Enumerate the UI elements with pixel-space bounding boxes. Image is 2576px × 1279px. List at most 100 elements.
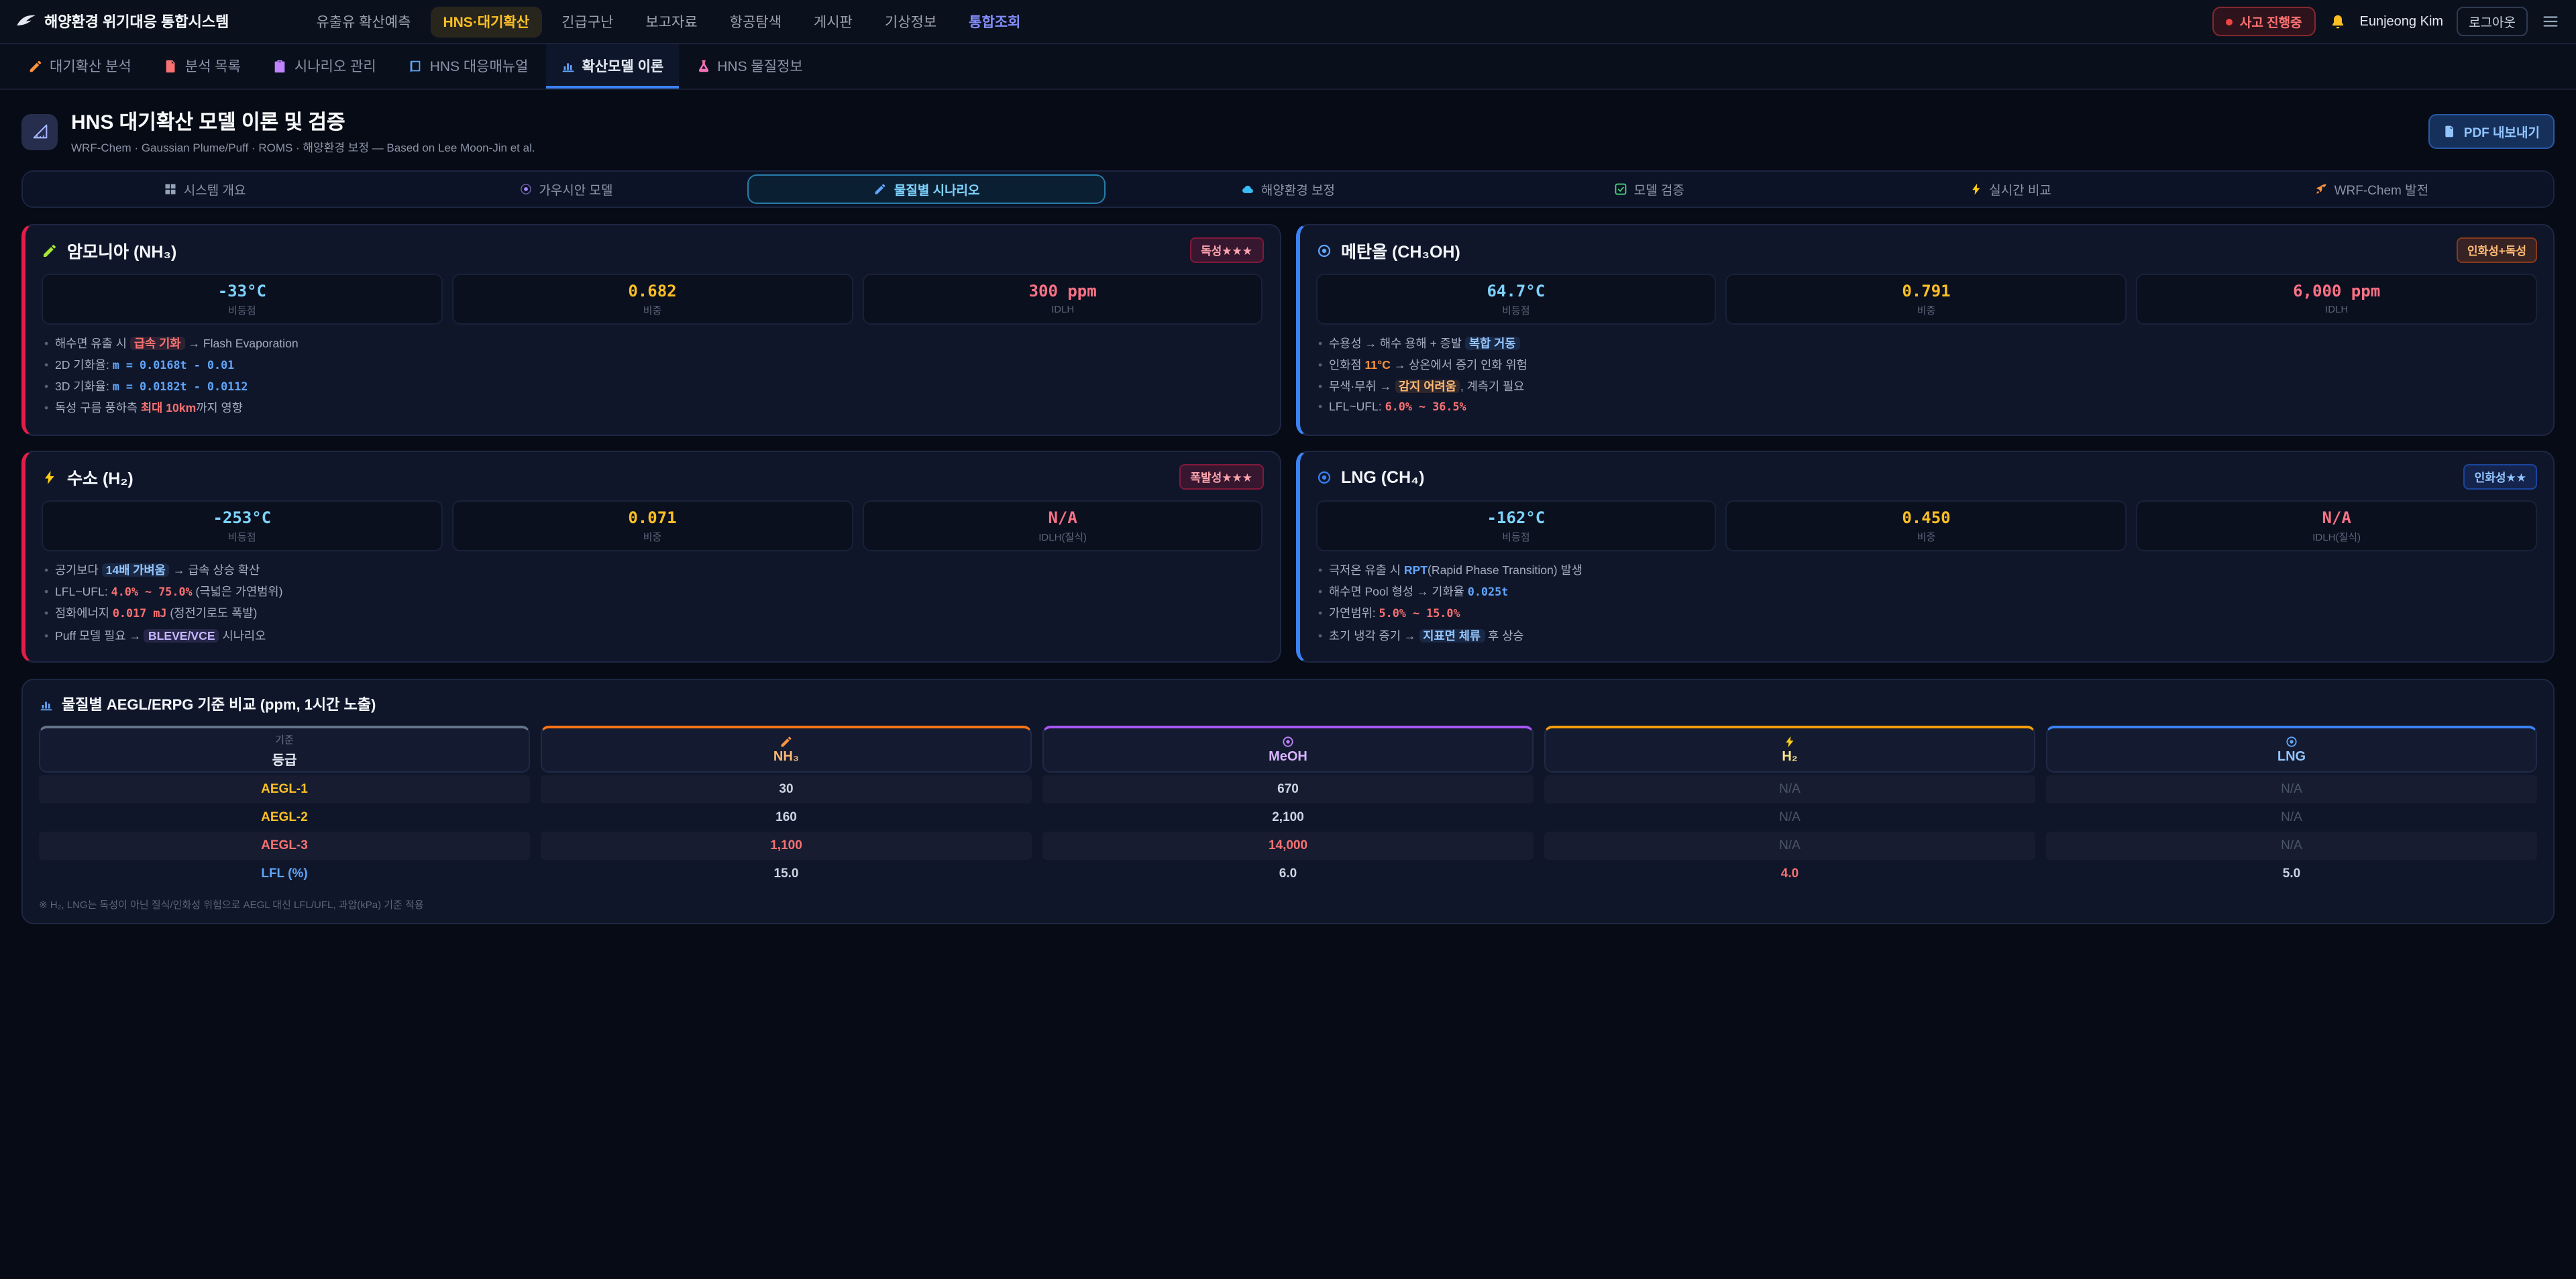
- row-label: AEGL-3: [39, 832, 530, 860]
- note-item: 무색·무취 → 감지 어려움, 계측기 필요: [1316, 378, 2537, 394]
- subtab-label: HNS 대응매뉴얼: [430, 56, 529, 76]
- tab-realtime-comparison[interactable]: 실시간 비교: [1831, 174, 2189, 204]
- note-item: Puff 모델 필요 → BLEVE/VCE 시나리오: [42, 627, 1263, 644]
- tab-label: WRF-Chem 발전: [2334, 180, 2429, 199]
- substance-notes: 수용성 → 해수 용해 + 증발 복합 거동 인화점 11°C → 상온에서 증…: [1316, 335, 2537, 416]
- subtab-atmospheric-analysis[interactable]: 대기확산 분석: [13, 44, 146, 89]
- table-cell: 160: [541, 804, 1032, 832]
- comparison-title-row: 물질별 AEGL/ERPG 기준 비교 (ppm, 1시간 노출): [39, 694, 2537, 716]
- tab-label: 해양환경 보정: [1261, 180, 1335, 199]
- column-header: H₂: [1544, 726, 2035, 773]
- stat-row: -253°C 비등점 0.071 비중 N/A IDLH(질식): [42, 500, 1263, 551]
- nav-item-aerial-search[interactable]: 항공탐색: [718, 6, 794, 37]
- nav-item-hns-atmospheric[interactable]: HNS·대기확산: [431, 6, 541, 37]
- topbar: 해양환경 위기대응 통합시스템 유출유 확산예측 HNS·대기확산 긴급구난 보…: [0, 0, 2576, 44]
- substance-name: 암모니아 (NH₃): [67, 237, 176, 263]
- substance-notes: 극저온 유출 시 RPT(Rapid Phase Transition) 발생 …: [1316, 562, 2537, 643]
- pdf-export-label: PDF 내보내기: [2464, 122, 2540, 141]
- page-header-text: HNS 대기확산 모델 이론 및 검증 WRF-Chem · Gaussian …: [71, 107, 535, 156]
- column-header: MeOH: [1042, 726, 1534, 773]
- row-label: LFL (%): [39, 860, 530, 889]
- subtab-hns-manual[interactable]: HNS 대응매뉴얼: [394, 44, 543, 89]
- subtab-hns-substance-info[interactable]: HNS 물질정보: [681, 44, 817, 89]
- table-cell: 1,100: [541, 832, 1032, 860]
- column-header: NH₃: [541, 726, 1032, 773]
- table-cell: 15.0: [541, 860, 1032, 889]
- tab-gaussian-model[interactable]: 가우시안 모델: [386, 174, 745, 204]
- substance-card-lng: LNG (CH₄) 인화성★★ -162°C 비등점 0.450 비중 N/A …: [1295, 451, 2555, 663]
- ruler-icon: [21, 113, 58, 150]
- stat-row: 64.7°C 비등점 0.791 비중 6,000 ppm IDLH: [1316, 274, 2537, 325]
- stat-specific-gravity: 0.682 비중: [452, 274, 853, 325]
- hamburger-menu-icon[interactable]: [2541, 12, 2560, 31]
- pdf-icon: [2444, 125, 2457, 138]
- table-cell: 2,100: [1042, 804, 1534, 832]
- stat-boiling-point: 64.7°C 비등점: [1316, 274, 1717, 325]
- tab-label: 실시간 비교: [1989, 180, 2051, 199]
- circle-icon: [1316, 242, 1332, 258]
- nav-item-integrated-search[interactable]: 통합조회: [957, 6, 1032, 37]
- note-item: 극저온 유출 시 RPT(Rapid Phase Transition) 발생: [1316, 562, 2537, 579]
- hazard-badge: 인화성+독성: [2457, 237, 2537, 263]
- brand-logo[interactable]: 해양환경 위기대응 통합시스템: [16, 11, 229, 32]
- tab-label: 모델 검증: [1634, 180, 1684, 199]
- document-icon: [164, 59, 178, 74]
- table-cell: N/A: [1544, 832, 2035, 860]
- note-item: 인화점 11°C → 상온에서 증기 인화 위험: [1316, 357, 2537, 374]
- tab-system-overview[interactable]: 시스템 개요: [25, 174, 384, 204]
- nav-item-reports[interactable]: 보고자료: [633, 6, 709, 37]
- app-root: 해양환경 위기대응 통합시스템 유출유 확산예측 HNS·대기확산 긴급구난 보…: [0, 0, 2576, 1279]
- table-cell: 6.0: [1042, 860, 1534, 889]
- clipboard-icon: [273, 59, 288, 74]
- substance-name: 메탄올 (CH₃OH): [1341, 237, 1460, 263]
- hazard-badge: 폭발성★★★: [1179, 464, 1263, 490]
- note-item: 2D 기화율: m = 0.0168t - 0.01: [42, 357, 1263, 374]
- criteria-column: 기준 등급 AEGL-1 AEGL-2 AEGL-3 LFL (%): [39, 726, 530, 889]
- column-header: LNG: [2046, 726, 2537, 773]
- tab-wrf-chem[interactable]: WRF-Chem 발전: [2192, 174, 2551, 204]
- note-item: 초기 냉각 증기 → 지표면 체류 후 상승: [1316, 627, 2537, 644]
- aegl-comparison-section: 물질별 AEGL/ERPG 기준 비교 (ppm, 1시간 노출) 기준 등급 …: [21, 679, 2555, 925]
- brand-title: 해양환경 위기대응 통합시스템: [44, 11, 229, 32]
- subtab-label: 대기확산 분석: [50, 56, 131, 76]
- pdf-export-button[interactable]: PDF 내보내기: [2429, 114, 2555, 149]
- subtab-scenario-management[interactable]: 시나리오 관리: [258, 44, 391, 89]
- note-item: 해수면 유출 시 급속 기화 → Flash Evaporation: [42, 335, 1263, 352]
- table-footnote: ※ H₂, LNG는 독성이 아닌 질식/인화성 위험으로 AEGL 대신 LF…: [39, 898, 2537, 913]
- stat-row: -162°C 비등점 0.450 비중 N/A IDLH(질식): [1316, 500, 2537, 551]
- pencil-icon: [28, 59, 43, 74]
- nav-item-board[interactable]: 게시판: [802, 6, 865, 37]
- page-title: HNS 대기확산 모델 이론 및 검증: [71, 107, 535, 135]
- subtab-diffusion-model-theory[interactable]: 확산모델 이론: [545, 44, 678, 89]
- tab-model-validation[interactable]: 모델 검증: [1470, 174, 1828, 204]
- table-cell: N/A: [2046, 776, 2537, 804]
- wing-logo-icon: [16, 11, 36, 32]
- note-item: 3D 기화율: m = 0.0182t - 0.0112: [42, 378, 1263, 396]
- stat-idlh: N/A IDLH(질식): [862, 500, 1263, 551]
- tab-label: 물질별 시나리오: [894, 180, 980, 199]
- stat-idlh: N/A IDLH(질식): [2136, 500, 2537, 551]
- circle-icon: [1316, 469, 1332, 485]
- nav-item-emergency-rescue[interactable]: 긴급구난: [549, 6, 625, 37]
- substance-card-methanol: 메탄올 (CH₃OH) 인화성+독성 64.7°C 비등점 0.791 비중 6…: [1295, 224, 2555, 436]
- subtab-label: HNS 물질정보: [717, 56, 802, 76]
- incident-status-label: 사고 진행중: [2240, 12, 2302, 31]
- hazard-badge: 독성★★★: [1190, 237, 1263, 263]
- main-nav: 유출유 확산예측 HNS·대기확산 긴급구난 보고자료 항공탐색 게시판 기상정…: [304, 6, 1032, 37]
- cloud-icon: [1241, 182, 1254, 196]
- bolt-icon: [42, 469, 58, 485]
- page-header: HNS 대기확산 모델 이론 및 검증 WRF-Chem · Gaussian …: [0, 90, 2576, 168]
- tab-substance-scenarios[interactable]: 물질별 시나리오: [748, 174, 1106, 204]
- table-cell: N/A: [1544, 804, 2035, 832]
- nav-item-weather[interactable]: 기상정보: [873, 6, 949, 37]
- subtab-analysis-list[interactable]: 분석 목록: [149, 44, 256, 89]
- logout-button[interactable]: 로그아웃: [2457, 7, 2528, 36]
- bell-icon[interactable]: [2329, 13, 2347, 30]
- substance-card-hydrogen: 수소 (H₂) 폭발성★★★ -253°C 비등점 0.071 비중 N/A I…: [21, 451, 1281, 663]
- nav-item-oil-diffusion[interactable]: 유출유 확산예측: [304, 6, 423, 37]
- topbar-right: 사고 진행중 Eunjeong Kim 로그아웃: [2213, 7, 2560, 36]
- stat-specific-gravity: 0.450 비중: [1726, 500, 2127, 551]
- sub-nav: 대기확산 분석 분석 목록 시나리오 관리 HNS 대응매뉴얼 확산모델 이론 …: [0, 44, 2576, 90]
- tab-marine-correction[interactable]: 해양환경 보정: [1109, 174, 1467, 204]
- column-nh3: NH₃ 30 160 1,100 15.0: [541, 726, 1032, 889]
